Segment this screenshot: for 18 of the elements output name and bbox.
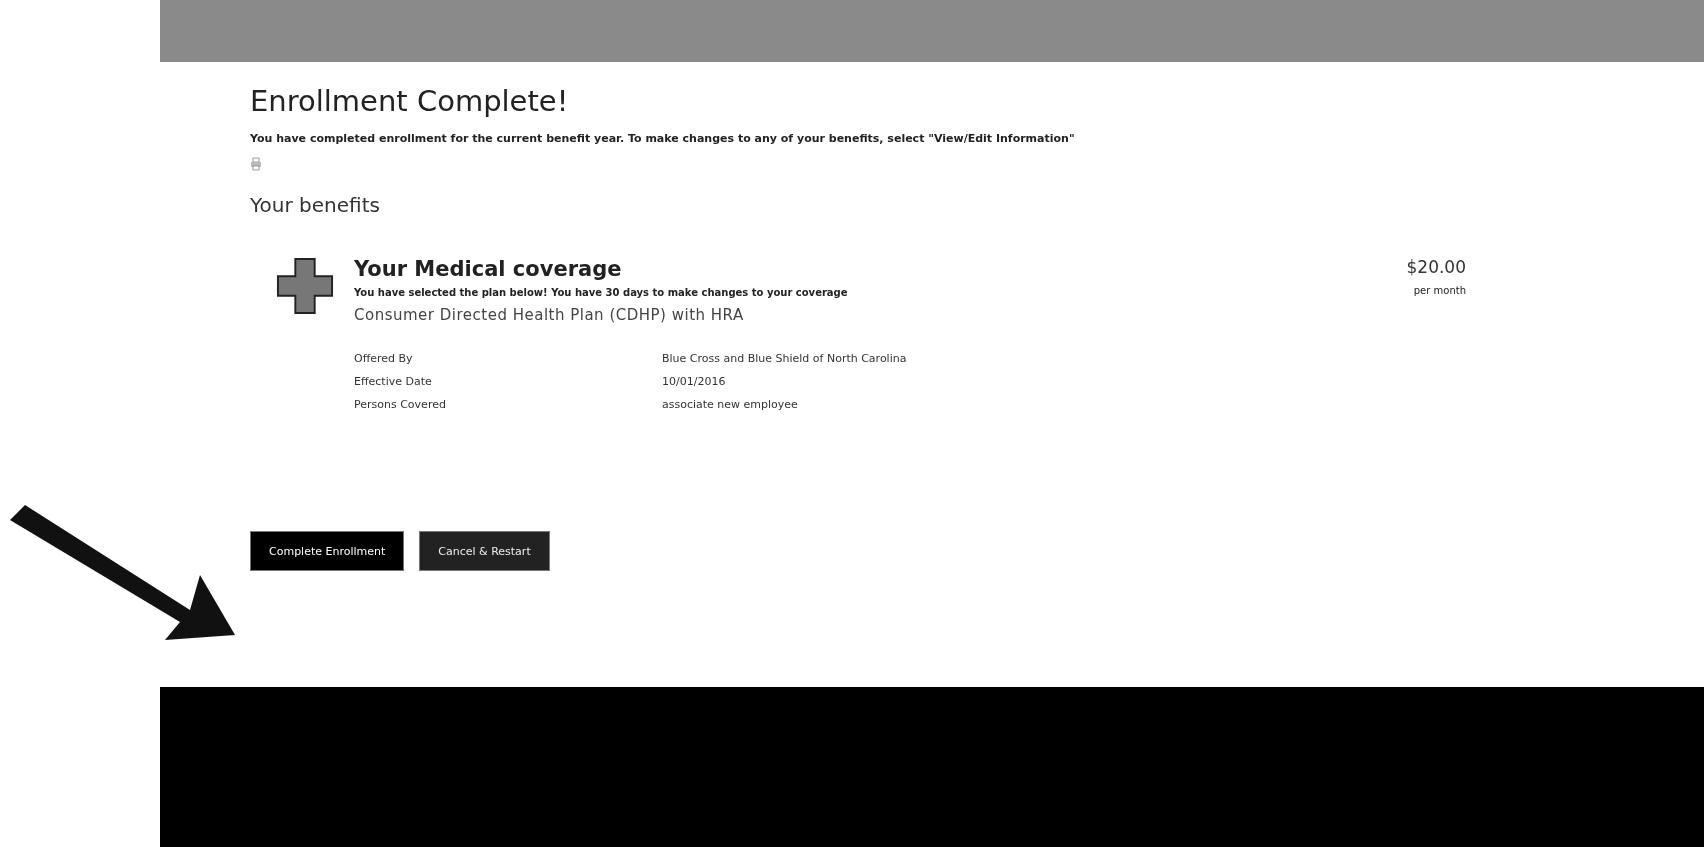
detail-value: Blue Cross and Blue Shield of North Carolina (662, 352, 907, 365)
action-button[interactable]: Complete Enrollment (250, 531, 405, 571)
completion-message: You have completed enrollment for the current benefit year. To make changes to any of your benefits, select "View/Edit Information" (250, 132, 1075, 145)
section-heading: Your benefits (250, 193, 380, 217)
price-period: per month (1412, 285, 1466, 296)
page-title: Enrollment Complete! (250, 84, 569, 118)
detail-value: associate new employee (662, 398, 799, 411)
coverage-note: You have selected the plan below! You have 30 days to make changes to your coverage (354, 287, 848, 298)
detail-value: 10/01/2016 (662, 375, 727, 388)
action-button[interactable]: Cancel & Restart (419, 531, 550, 571)
detail-label: Effective Date (354, 375, 433, 388)
medical-cross-icon (276, 257, 334, 315)
plan-name: Consumer Directed Health Plan (CDHP) with HRA (354, 306, 745, 324)
detail-label: Offered By (354, 352, 414, 365)
printer-icon[interactable] (250, 157, 262, 171)
price: $20.00 (1406, 257, 1466, 277)
coverage-title: Your Medical coverage (354, 257, 623, 281)
detail-label: Persons Covered (354, 398, 447, 411)
